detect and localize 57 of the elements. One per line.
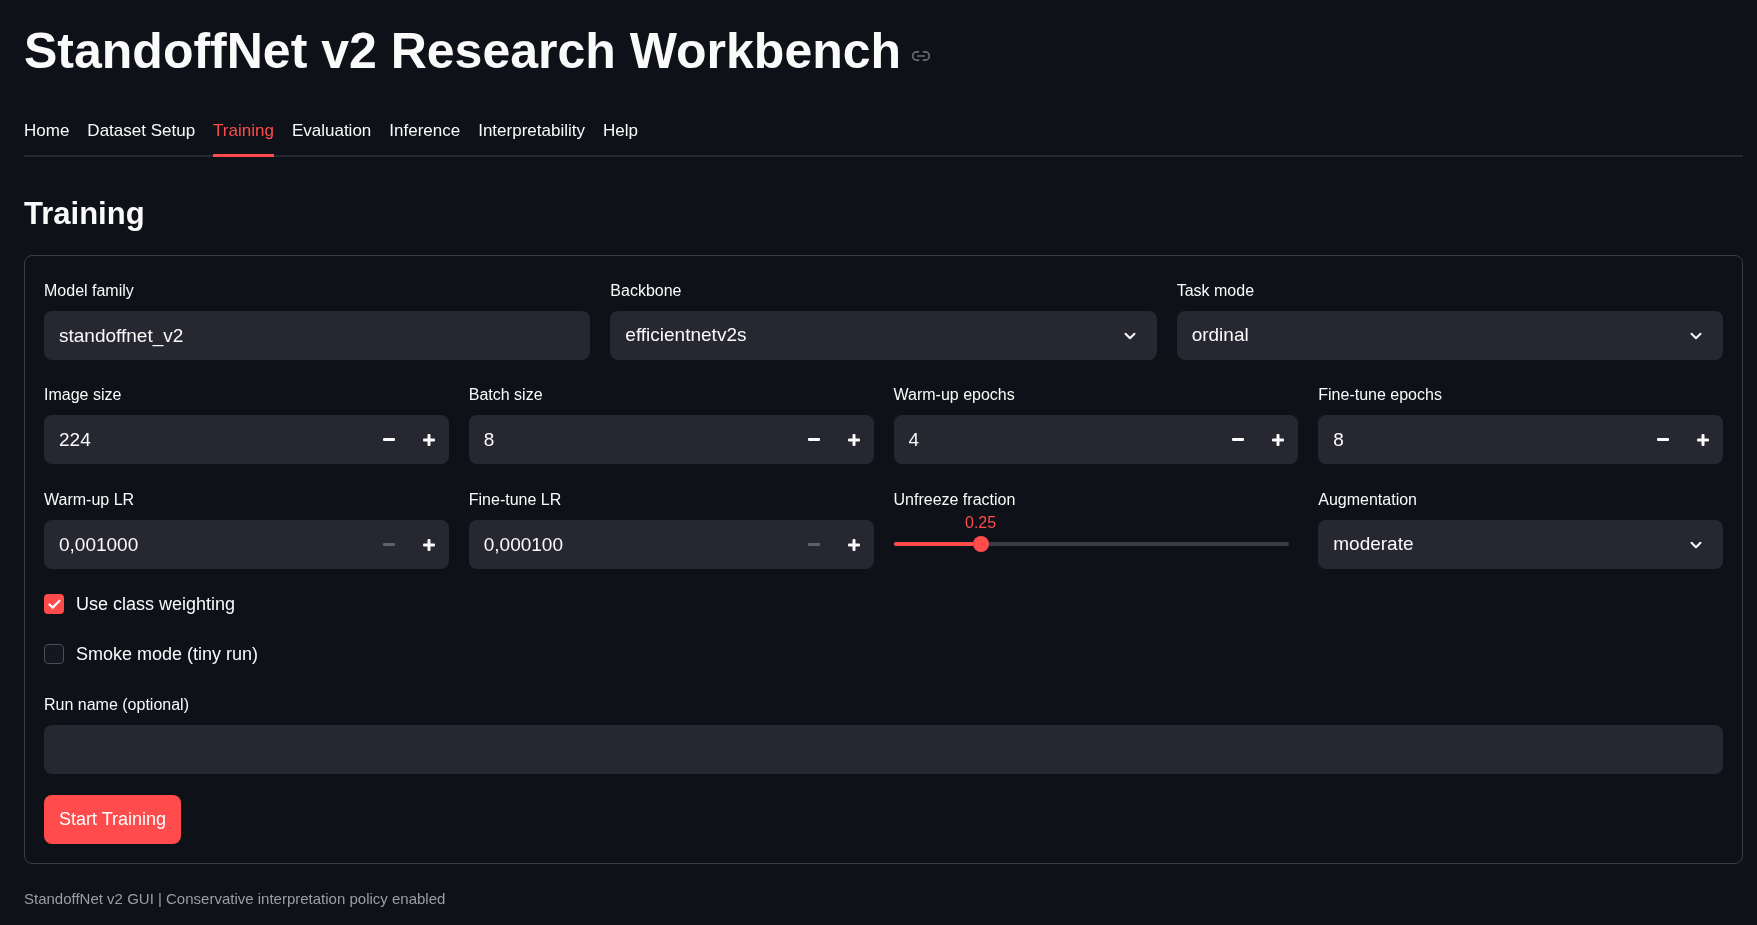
- plus-icon: [1697, 433, 1709, 446]
- field-label: Unfreeze fraction: [893, 490, 1016, 510]
- number-stepper[interactable]: 0,000100: [468, 520, 874, 569]
- minus-icon: [1657, 438, 1669, 441]
- slider-thumb[interactable]: [972, 536, 989, 552]
- field-label: Fine-tune epochs: [1318, 385, 1442, 405]
- select-dropdown[interactable]: efficientnetv2s: [610, 311, 1157, 360]
- number-input[interactable]: 8: [1318, 415, 1643, 464]
- number-input[interactable]: 224: [44, 415, 369, 464]
- checkbox[interactable]: [44, 594, 64, 614]
- number-stepper[interactable]: 0,001000: [44, 520, 449, 569]
- minus-icon: [382, 543, 395, 546]
- number-stepper[interactable]: 8: [1318, 415, 1723, 464]
- select-dropdown[interactable]: moderate: [1318, 520, 1723, 569]
- number-input[interactable]: 0,000100: [468, 520, 794, 569]
- slider-value: 0.25: [965, 513, 997, 533]
- text-input[interactable]: [44, 725, 1723, 774]
- minus-icon: [807, 438, 820, 441]
- checkbox-label[interactable]: Smoke mode (tiny run): [76, 642, 259, 666]
- checkbox-label[interactable]: Use class weighting: [76, 592, 236, 616]
- field-label: Warm-up epochs: [893, 385, 1015, 405]
- plus-icon: [847, 433, 860, 446]
- field-label: Augmentation: [1318, 490, 1417, 510]
- footer-text: StandoffNet v2 GUI | Conservative interpretation policy enabled: [24, 889, 446, 909]
- field-label: Fine-tune LR: [468, 490, 562, 510]
- field-label: Warm-up LR: [44, 490, 135, 510]
- nav-tab[interactable]: Help: [602, 119, 638, 157]
- page-title: StandoffNet v2 Research Workbench: [24, 22, 902, 81]
- field-label: Task mode: [1176, 281, 1255, 301]
- plus-icon: [422, 538, 435, 551]
- field-label: Run name (optional): [44, 695, 189, 715]
- plus-icon: [422, 433, 435, 446]
- number-input[interactable]: 8: [468, 415, 794, 464]
- field-label: Batch size: [468, 385, 543, 405]
- field-label: Image size: [44, 385, 122, 405]
- minus-icon: [382, 438, 395, 441]
- text-input[interactable]: standoffnet_v2: [44, 311, 591, 360]
- number-input[interactable]: 0,001000: [44, 520, 369, 569]
- nav-tab[interactable]: Dataset Setup: [87, 119, 196, 157]
- plus-icon: [1272, 433, 1285, 446]
- field-label: Model family: [44, 281, 134, 301]
- minus-icon: [1232, 438, 1245, 441]
- number-input[interactable]: 4: [893, 415, 1219, 464]
- number-stepper[interactable]: 4: [893, 415, 1299, 464]
- plus-icon: [847, 538, 860, 551]
- number-stepper[interactable]: 224: [44, 415, 449, 464]
- number-stepper[interactable]: 8: [468, 415, 874, 464]
- nav-tab[interactable]: Training: [213, 119, 274, 157]
- nav-tab[interactable]: Inference: [389, 119, 461, 157]
- checkbox[interactable]: [44, 644, 64, 664]
- field-label: Backbone: [610, 281, 682, 301]
- select-dropdown[interactable]: ordinal: [1176, 311, 1723, 360]
- nav-tab[interactable]: Interpretability: [478, 119, 585, 157]
- minus-icon: [807, 543, 820, 546]
- section-title: Training: [24, 195, 145, 233]
- nav-tab[interactable]: Evaluation: [291, 119, 372, 157]
- nav-tab[interactable]: Home: [24, 119, 70, 157]
